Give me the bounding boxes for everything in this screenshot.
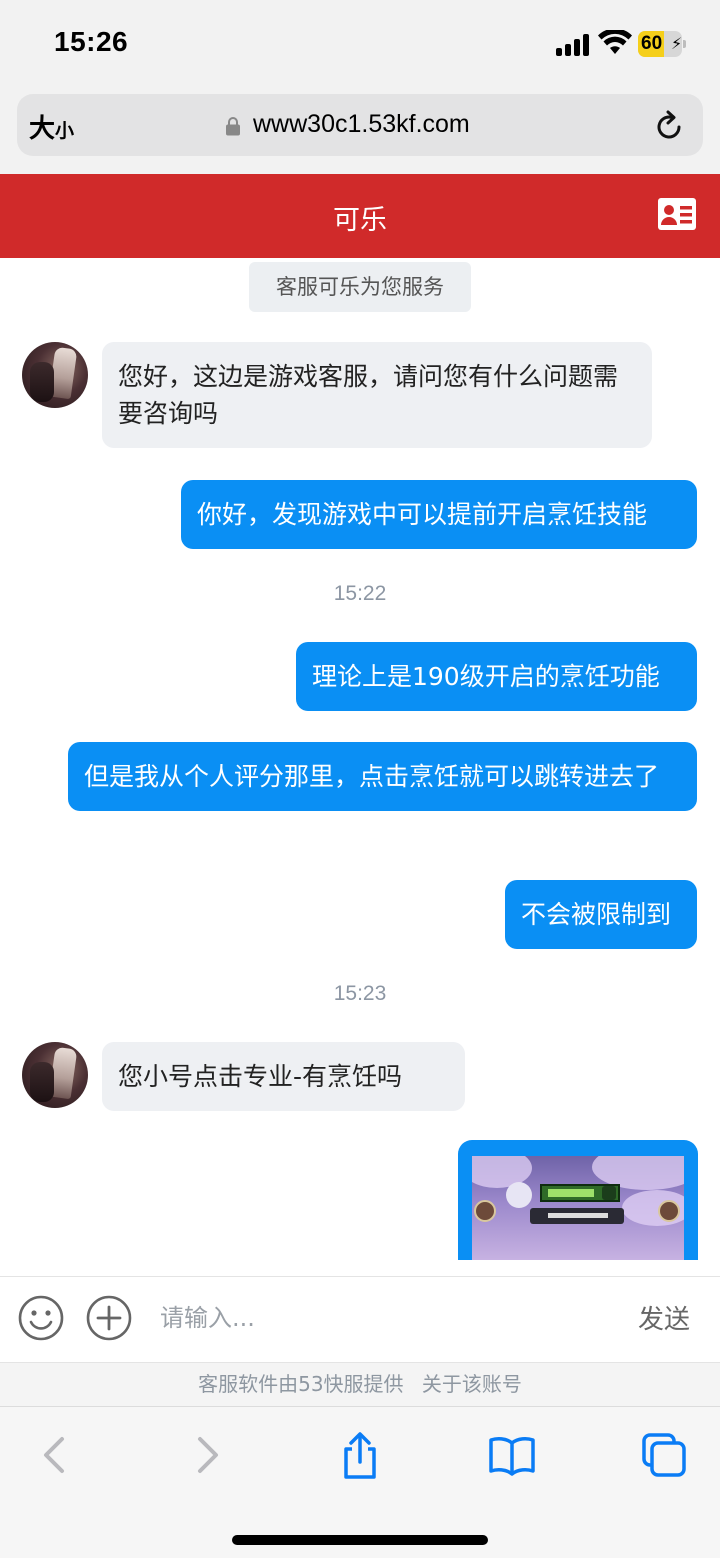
message-timestamp: 15:23 (333, 982, 387, 1005)
browser-address-area: 大小 www30c1.53kf.com (0, 92, 720, 174)
reload-icon[interactable] (653, 110, 685, 142)
bookmarks-icon[interactable] (488, 1431, 536, 1479)
agent-avatar[interactable] (22, 342, 88, 408)
chat-title: 可乐 (333, 205, 387, 236)
signal-icon (556, 34, 592, 56)
text-size-small-label: 小 (55, 120, 75, 142)
provider-text: 客服软件由53快服提供 (198, 1372, 404, 1396)
user-image-message[interactable] (458, 1140, 698, 1260)
battery-icon: 60 ⚡ (638, 31, 686, 57)
agent-avatar[interactable] (22, 1042, 88, 1108)
footer-bar: 客服软件由53快服提供 关于该账号 (0, 1362, 720, 1406)
system-notice: 客服可乐为您服务 (249, 262, 471, 312)
address-bar[interactable]: 大小 www30c1.53kf.com (17, 94, 703, 156)
user-message: 理论上是190级开启的烹饪功能 (296, 642, 697, 711)
emoji-icon[interactable] (18, 1295, 64, 1341)
moon-icon (506, 1182, 532, 1208)
browser-toolbar (0, 1406, 720, 1558)
forward-icon[interactable] (184, 1431, 232, 1479)
text-size-big-label: 大 (29, 114, 56, 144)
game-badge-icon (658, 1200, 680, 1222)
wifi-icon (598, 30, 632, 54)
user-message: 但是我从个人评分那里，点击烹饪就可以跳转进去了 (68, 742, 697, 811)
message-input[interactable] (152, 1291, 612, 1345)
lock-icon (226, 117, 240, 136)
refresh-icon (602, 1186, 616, 1200)
message-list[interactable]: 客服可乐为您服务 您好，这边是游戏客服，请问您有什么问题需要咨询吗 你好，发现游… (0, 258, 720, 1276)
charging-bolt-icon: ⚡ (671, 34, 682, 53)
plus-icon[interactable] (86, 1295, 132, 1341)
message-timestamp: 15:22 (333, 582, 387, 605)
battery-level: 60 (641, 33, 663, 54)
send-button[interactable]: 发送 (638, 1299, 690, 1336)
game-screenshot-image[interactable] (472, 1156, 684, 1260)
chat-header: 可乐 (0, 174, 720, 258)
back-icon[interactable] (30, 1431, 78, 1479)
contact-card-icon[interactable] (658, 198, 696, 230)
game-badge-icon (474, 1200, 496, 1222)
text-size-button[interactable]: 大小 (29, 108, 75, 144)
user-message: 不会被限制到 (505, 880, 697, 949)
user-message: 你好，发现游戏中可以提前开启烹饪技能 (181, 480, 697, 549)
input-area: 发送 (0, 1276, 720, 1362)
about-account-link[interactable]: 关于该账号 (422, 1372, 522, 1396)
status-bar: 15:26 60 ⚡ (0, 0, 720, 92)
agent-message: 您小号点击专业-有烹饪吗 (102, 1042, 465, 1111)
url-text[interactable]: www30c1.53kf.com (253, 110, 470, 139)
status-time: 15:26 (54, 26, 129, 57)
tabs-icon[interactable] (640, 1431, 688, 1479)
agent-message: 您好，这边是游戏客服，请问您有什么问题需要咨询吗 (102, 342, 652, 448)
home-indicator (232, 1535, 488, 1545)
share-icon[interactable] (336, 1431, 384, 1479)
